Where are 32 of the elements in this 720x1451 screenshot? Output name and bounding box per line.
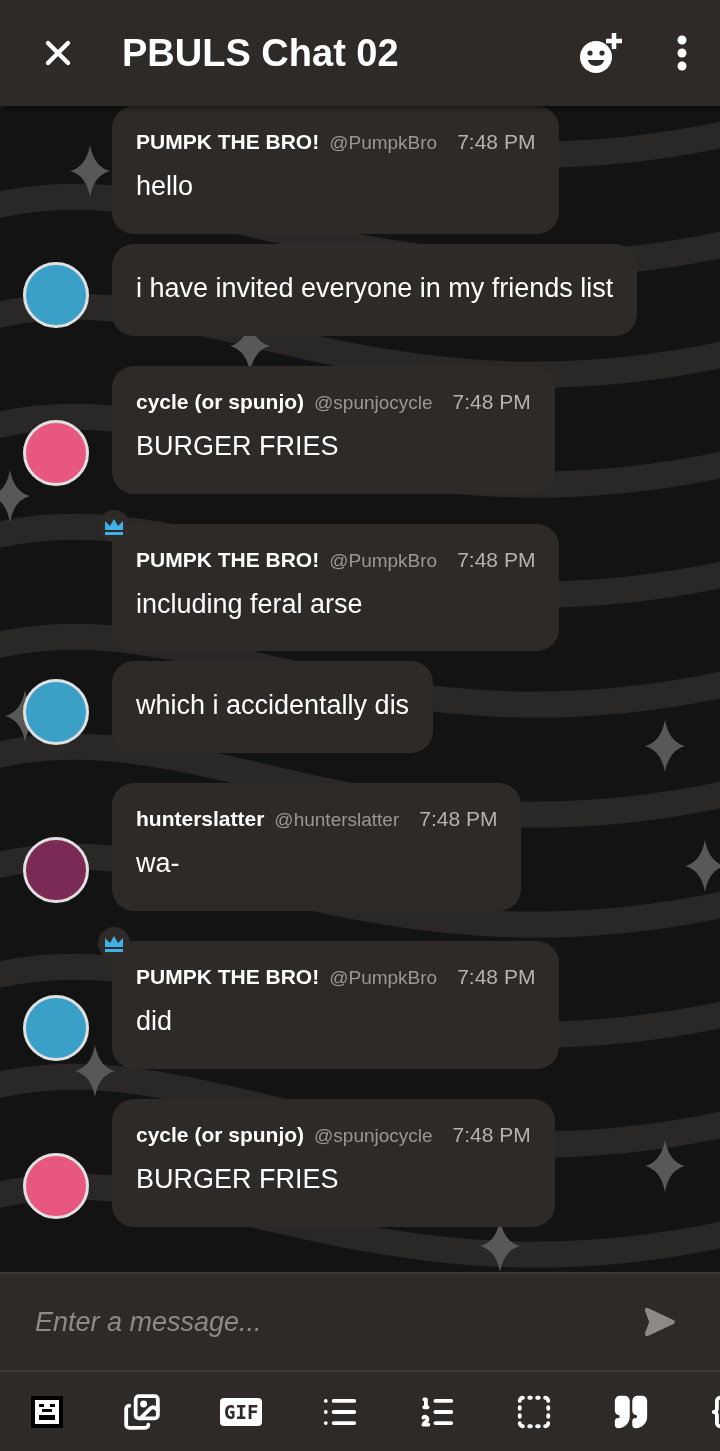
- message-text: wa-: [136, 847, 181, 881]
- message-time: 7:48 PM: [457, 130, 536, 154]
- author-name[interactable]: hunterslatter: [136, 807, 265, 832]
- message-time: 7:48 PM: [457, 547, 536, 572]
- author-name[interactable]: PUMPK THE BRO!: [136, 130, 320, 154]
- message-time: 7:48 PM: [419, 807, 498, 832]
- message-text: BURGER FRIES: [136, 429, 340, 463]
- message-time: 7:48 PM: [457, 965, 536, 990]
- message-text: did: [136, 1005, 174, 1039]
- author-handle: @spunjocycle: [314, 391, 433, 414]
- message-time: 7:48 PM: [452, 1122, 531, 1147]
- message-time: 7:48 PM: [452, 389, 531, 414]
- author-name[interactable]: cycle (or spunjo): [136, 1122, 305, 1147]
- sticker-icon[interactable]: [30, 1394, 64, 1429]
- author-handle: @hunterslatter: [274, 809, 400, 832]
- author-handle: @spunjocycle: [314, 1124, 433, 1147]
- author-name[interactable]: PUMPK THE BRO!: [136, 547, 320, 572]
- gif-button[interactable]: GIF: [220, 1397, 263, 1426]
- author-handle: @PumpkBro: [329, 967, 438, 990]
- author-name[interactable]: cycle (or spunjo): [136, 389, 305, 414]
- message-text: including feral arse: [136, 587, 364, 621]
- author-name[interactable]: PUMPK THE BRO!: [136, 965, 320, 990]
- message-bar[interactable]: Enter a message...: [0, 1272, 720, 1372]
- message-input[interactable]: Enter a message...: [33, 1305, 638, 1339]
- message-text: hello: [136, 170, 195, 203]
- images-icon[interactable]: [123, 1392, 161, 1431]
- message-text: BURGER FRIES: [136, 1162, 340, 1196]
- author-handle: @PumpkBro: [329, 549, 438, 572]
- message-text: which i accidentally dis: [136, 689, 410, 723]
- message-text: i have invited everyone in my friends list: [136, 271, 614, 305]
- chat-title: PBULS Chat 02: [122, 31, 400, 75]
- author-handle: @PumpkBro: [329, 132, 438, 154]
